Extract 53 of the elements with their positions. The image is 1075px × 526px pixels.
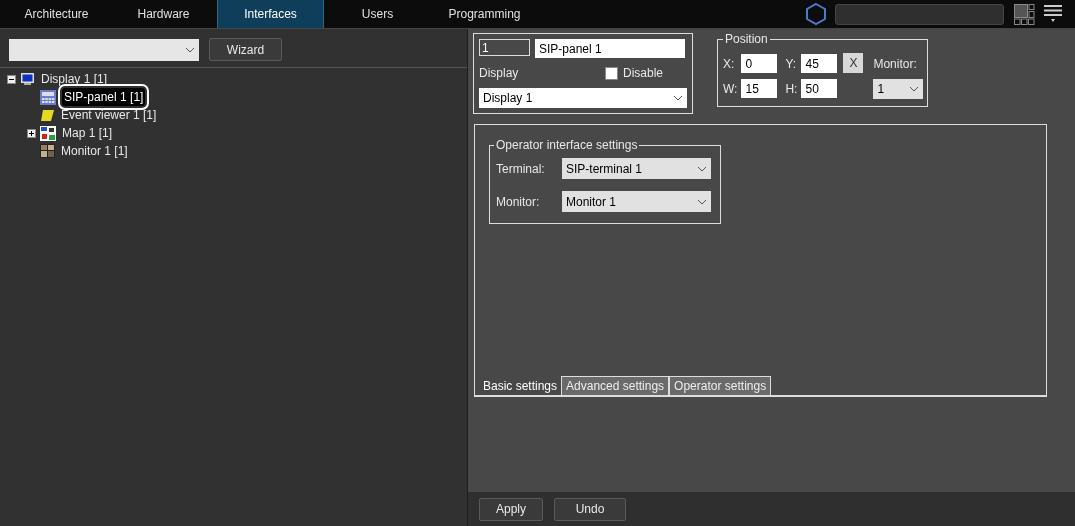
tree-item[interactable]: Map 1 [1] xyxy=(60,124,115,142)
chevron-down-icon xyxy=(697,198,707,205)
collapse-toggle[interactable] xyxy=(7,74,16,84)
disable-checkbox[interactable] xyxy=(604,66,618,80)
settings-tab[interactable]: Advanced settings xyxy=(561,376,670,395)
nav-tab[interactable]: Programming xyxy=(431,0,538,28)
disable-label: Disable xyxy=(622,65,663,82)
w-field[interactable]: 15 xyxy=(741,79,778,98)
settings-dropdown[interactable]: Monitor 1 xyxy=(562,191,711,212)
id-field[interactable]: 1 xyxy=(479,39,530,56)
map-icon xyxy=(40,125,56,141)
w-label: W: xyxy=(723,80,738,98)
chevron-down-icon xyxy=(185,46,195,53)
camera-grid-icon xyxy=(40,144,55,158)
chevron-down-icon xyxy=(673,95,683,101)
expand-toggle[interactable] xyxy=(27,128,36,138)
layout-grid-icon[interactable] xyxy=(1014,3,1035,25)
undo-button[interactable]: Undo xyxy=(554,497,626,521)
y-field[interactable]: 45 xyxy=(801,54,838,73)
tree-item[interactable]: Event viewer 1 [1] xyxy=(59,106,159,124)
hexagon-icon[interactable] xyxy=(805,2,827,26)
display-label: Display xyxy=(479,65,519,82)
monitor-icon xyxy=(20,72,35,86)
h-field[interactable]: 50 xyxy=(801,79,838,98)
wizard-button[interactable]: Wizard xyxy=(209,38,282,61)
name-field[interactable]: SIP-panel 1 xyxy=(535,39,685,58)
nav-tab[interactable]: Interfaces xyxy=(217,0,324,28)
chevron-down-icon xyxy=(697,165,707,172)
filter-dropdown[interactable] xyxy=(9,38,199,61)
group-title: Operator interface settings xyxy=(494,138,640,152)
chevron-down-icon xyxy=(909,86,920,92)
nav-tab[interactable]: Hardware xyxy=(110,0,217,28)
monitor-dropdown[interactable]: 1 xyxy=(873,79,924,99)
field-label: Terminal: xyxy=(496,160,546,178)
menu-icon[interactable] xyxy=(1043,4,1063,24)
settings-dropdown[interactable]: SIP-terminal 1 xyxy=(562,158,711,179)
keypad-icon xyxy=(40,89,56,105)
field-label: Monitor: xyxy=(496,193,541,211)
x-field[interactable]: 0 xyxy=(741,54,778,73)
apply-button[interactable]: Apply xyxy=(479,497,543,521)
search-field[interactable] xyxy=(835,3,1004,25)
h-label: H: xyxy=(785,80,798,98)
display-dropdown[interactable]: Display 1 xyxy=(479,88,687,108)
tree-item[interactable]: Monitor 1 [1] xyxy=(59,142,130,160)
monitor-label: Monitor: xyxy=(873,56,918,73)
settings-tab[interactable]: Operator settings xyxy=(669,376,772,395)
clear-button[interactable]: X xyxy=(843,53,864,73)
position-title: Position xyxy=(723,32,770,46)
nav-tab[interactable]: Architecture xyxy=(3,0,110,28)
x-label: X: xyxy=(723,55,736,73)
y-label: Y: xyxy=(785,55,798,73)
note-icon xyxy=(40,108,55,122)
nav-tab[interactable]: Users xyxy=(324,0,431,28)
